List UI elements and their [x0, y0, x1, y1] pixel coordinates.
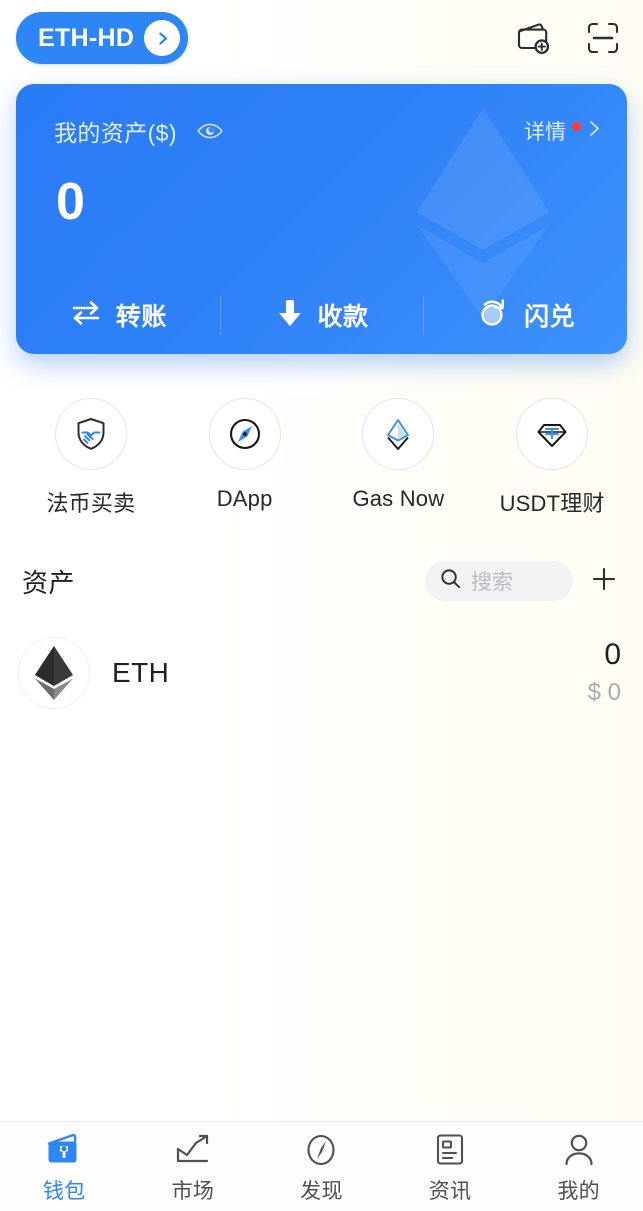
quick-action-gas-now[interactable]: Gas Now	[322, 398, 476, 518]
bottom-navigation: 钱包 市场 发现 资讯 我的	[0, 1121, 643, 1211]
balance-card: 我的资产($) 详情 0 转账 收款 闪兑	[16, 84, 627, 354]
coin-fiat-value: $ 0	[587, 678, 621, 706]
compass-icon	[303, 1128, 339, 1168]
ethereum-outline-icon	[362, 398, 435, 470]
balance-card-wrapper: 我的资产($) 详情 0 转账 收款 闪兑	[0, 76, 643, 354]
search-icon	[439, 567, 462, 595]
shield-handshake-icon	[54, 398, 127, 470]
person-icon	[562, 1128, 596, 1168]
swap-button[interactable]: 闪兑	[423, 276, 627, 354]
chevron-right-icon	[588, 119, 601, 143]
assets-header: 资产 搜索	[0, 518, 643, 604]
eye-icon[interactable]	[195, 116, 225, 146]
detail-link[interactable]: 详情	[524, 116, 601, 146]
swap-circle-icon	[475, 295, 511, 336]
search-placeholder: 搜索	[471, 571, 513, 594]
tab-label: 市场	[171, 1180, 215, 1203]
card-action-row: 转账 收款 闪兑	[16, 276, 627, 354]
search-input[interactable]: 搜索	[425, 561, 573, 601]
tab-mine[interactable]: 我的	[514, 1122, 643, 1211]
quick-action-label: DApp	[216, 486, 273, 511]
arrow-down-icon	[275, 297, 305, 334]
tab-news[interactable]: 资讯	[386, 1122, 515, 1211]
add-asset-button[interactable]	[581, 558, 627, 604]
wallet-name-label: ETH-HD	[38, 23, 135, 52]
quick-action-label: Gas Now	[352, 486, 445, 511]
tab-market[interactable]: 市场	[129, 1122, 258, 1211]
receive-button[interactable]: 收款	[219, 276, 424, 354]
balance-card-top: 我的资产($) 详情 0	[16, 84, 627, 228]
plus-icon	[589, 564, 619, 599]
coin-symbol: ETH	[112, 657, 170, 688]
detail-label: 详情	[524, 121, 566, 144]
transfer-button[interactable]: 转账	[16, 276, 220, 354]
receive-label: 收款	[317, 303, 369, 331]
balance-amount: 0	[56, 173, 86, 231]
quick-actions-row: 法币买卖 DApp Gas Now USDT理财	[0, 354, 643, 518]
qr-scan-icon[interactable]	[581, 16, 625, 60]
assets-title: 资产	[22, 567, 76, 598]
quick-action-usdt-finance[interactable]: USDT理财	[475, 398, 629, 518]
tab-label: 发现	[300, 1180, 343, 1203]
tab-discover[interactable]: 发现	[257, 1122, 386, 1211]
transfer-arrows-icon	[69, 296, 103, 335]
transfer-label: 转账	[115, 303, 167, 331]
ethereum-filled-icon	[18, 637, 90, 709]
diamond-yuan-icon	[516, 398, 589, 470]
quick-action-fiat-trade[interactable]: 法币买卖	[14, 398, 168, 518]
news-document-icon	[433, 1128, 467, 1168]
tab-label: 钱包	[42, 1180, 86, 1203]
quick-action-label: USDT理财	[499, 491, 605, 516]
topbar-actions	[511, 16, 625, 60]
top-bar: ETH-HD	[0, 0, 643, 76]
chevron-right-icon	[144, 20, 181, 56]
quick-action-dapp[interactable]: DApp	[168, 398, 322, 518]
coin-amount: 0	[604, 638, 621, 672]
wallet-icon	[45, 1128, 83, 1168]
tab-label: 资讯	[428, 1180, 472, 1203]
balance-header-row: 我的资产($) 详情	[54, 114, 601, 148]
tab-wallet[interactable]: 钱包	[0, 1122, 129, 1211]
wallet-selector-button[interactable]: ETH-HD	[16, 12, 189, 64]
quick-action-label: 法币买卖	[46, 491, 136, 516]
asset-list: ETH 0 $ 0	[0, 604, 643, 712]
tab-label: 我的	[557, 1180, 600, 1203]
table-row[interactable]: ETH 0 $ 0	[18, 634, 625, 712]
balance-label: 我的资产($)	[54, 120, 177, 146]
swap-label: 闪兑	[524, 303, 576, 331]
compass-icon	[208, 398, 281, 470]
notification-dot	[572, 121, 581, 131]
coin-balance-group: 0 $ 0	[588, 639, 625, 707]
chart-trend-icon	[174, 1128, 212, 1168]
wallet-add-icon[interactable]	[511, 16, 555, 60]
